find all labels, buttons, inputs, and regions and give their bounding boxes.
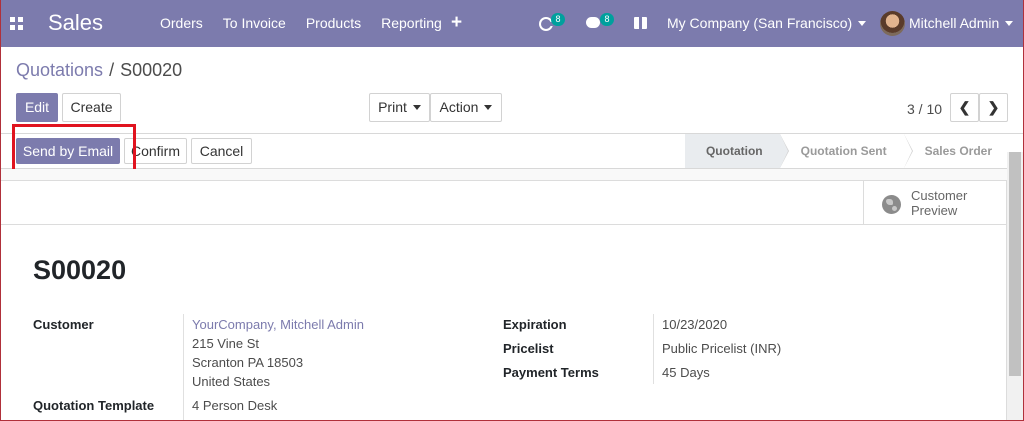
confirm-button[interactable]: Confirm: [124, 138, 187, 164]
top-navbar: Sales Orders To Invoice Products Reporti…: [0, 0, 1024, 47]
chevron-right-icon: ❯: [987, 99, 1000, 115]
globe-icon: [882, 195, 901, 214]
pager-next-button[interactable]: ❯: [979, 93, 1008, 122]
field-divider: [653, 314, 654, 384]
stage-track: Quotation Quotation Sent Sales Order: [684, 134, 1009, 168]
action-label: Action: [439, 99, 479, 115]
stage-quotation: Quotation: [684, 134, 789, 168]
chevron-down-icon: [858, 21, 867, 26]
menu-item-to-invoice[interactable]: To Invoice: [223, 15, 286, 31]
customer-link[interactable]: YourCompany, Mitchell Admin: [192, 317, 364, 332]
payment-terms-label: Payment Terms: [503, 365, 599, 380]
chevron-down-icon: [1005, 21, 1014, 26]
scrollbar-thumb[interactable]: [1009, 152, 1021, 376]
pricelist-value[interactable]: Public Pricelist (INR): [662, 341, 781, 356]
quotation-template-value[interactable]: 4 Person Desk: [192, 398, 277, 413]
breadcrumb-quotations-link[interactable]: Quotations: [16, 60, 103, 80]
create-button[interactable]: Create: [62, 93, 121, 122]
breadcrumb-separator: /: [109, 60, 115, 80]
stage-quotation-sent: Quotation Sent: [779, 134, 913, 168]
smart-button-box: Customer Preview: [1, 180, 1006, 225]
quotation-template-label: Quotation Template: [33, 398, 155, 413]
field-divider: [183, 314, 184, 420]
chevron-down-icon: [412, 105, 421, 110]
pricelist-label: Pricelist: [503, 341, 554, 356]
action-dropdown[interactable]: Action: [430, 93, 502, 122]
messages-count-badge: 8: [600, 13, 614, 26]
customer-label: Customer: [33, 317, 94, 332]
activity-count-badge: 8: [551, 13, 565, 26]
app-title[interactable]: Sales: [48, 10, 103, 36]
cancel-button[interactable]: Cancel: [191, 138, 252, 164]
gift-icon[interactable]: [634, 16, 647, 29]
customer-preview-line2: Preview: [911, 203, 958, 218]
customer-preview-label: Customer Preview: [911, 188, 967, 218]
customer-preview-button[interactable]: Customer Preview: [863, 180, 1007, 224]
print-dropdown[interactable]: Print: [369, 93, 430, 122]
expiration-value[interactable]: 10/23/2020: [662, 317, 727, 332]
customer-preview-line1: Customer: [911, 188, 968, 203]
record-name: S00020: [33, 255, 127, 285]
company-name: My Company (San Francisco): [667, 15, 853, 31]
pager-value[interactable]: 3 / 10: [907, 101, 942, 117]
user-avatar[interactable]: [880, 11, 905, 36]
quick-create-plus-icon[interactable]: +: [451, 13, 462, 32]
apps-menu-icon[interactable]: [10, 17, 23, 30]
menu-item-products[interactable]: Products: [306, 15, 361, 31]
messages-chat-icon[interactable]: [586, 17, 600, 28]
print-label: Print: [378, 99, 407, 115]
main-menu: Orders To Invoice Products Reporting: [160, 15, 462, 31]
edit-button[interactable]: Edit: [16, 93, 58, 122]
menu-item-orders[interactable]: Orders: [160, 15, 203, 31]
breadcrumb-current: S00020: [120, 60, 183, 80]
send-by-email-button[interactable]: Send by Email: [16, 138, 120, 164]
address-line-3: United States: [192, 374, 271, 389]
pager-previous-button[interactable]: ❮: [950, 93, 979, 122]
menu-item-reporting[interactable]: Reporting: [381, 15, 442, 31]
chevron-left-icon: ❮: [958, 99, 971, 115]
user-menu[interactable]: Mitchell Admin: [909, 15, 1014, 31]
breadcrumb: Quotations / S00020: [16, 60, 182, 81]
expiration-label: Expiration: [503, 317, 567, 332]
address-line-1: 215 Vine St: [192, 336, 259, 351]
payment-terms-value[interactable]: 45 Days: [662, 365, 710, 380]
chevron-down-icon: [484, 105, 493, 110]
user-name: Mitchell Admin: [909, 15, 1000, 31]
address-line-2: Scranton PA 18503: [192, 355, 304, 370]
stage-sales-order: Sales Order: [903, 134, 1009, 168]
company-switcher[interactable]: My Company (San Francisco): [667, 15, 867, 31]
